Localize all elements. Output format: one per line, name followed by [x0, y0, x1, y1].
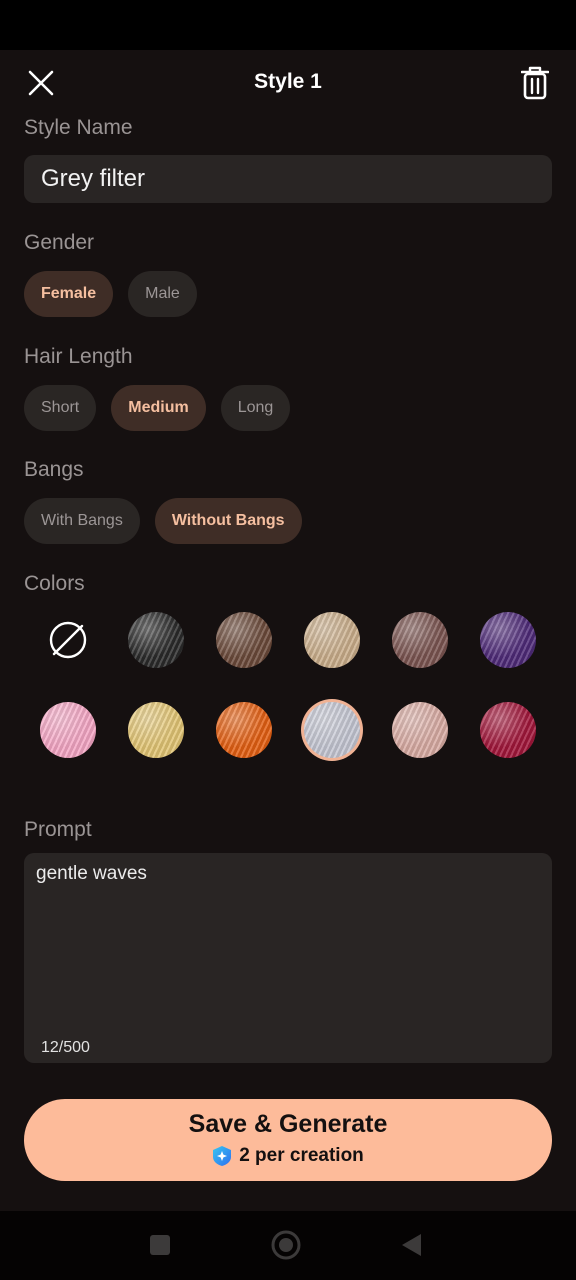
header: Style 1 [0, 50, 576, 116]
color-swatch-purple[interactable] [480, 612, 536, 668]
color-swatch-grey[interactable] [304, 702, 360, 758]
credit-cost: 2 per creation [24, 1145, 552, 1167]
style-name-label: Style Name [24, 116, 133, 139]
color-swatch-pink[interactable] [40, 702, 96, 758]
hair-length-chip-short[interactable]: Short [24, 385, 97, 431]
bangs-options: With Bangs Without Bangs [24, 498, 302, 544]
no-color-icon [49, 621, 87, 659]
prompt-value: gentle waves [36, 863, 147, 884]
bangs-chip-with[interactable]: With Bangs [24, 498, 140, 544]
recent-apps-button[interactable] [143, 1228, 177, 1262]
gender-label: Gender [24, 231, 95, 254]
back-button[interactable] [394, 1228, 428, 1262]
prompt-char-count: 12/500 [41, 1039, 90, 1056]
color-swatch-blonde-beige[interactable] [304, 612, 360, 668]
bangs-label: Bangs [24, 458, 84, 481]
hair-length-chip-medium[interactable]: Medium [111, 385, 206, 431]
gender-options: Female Male [24, 271, 197, 317]
save-generate-button[interactable]: Save & Generate 2 per creation [24, 1099, 552, 1181]
hair-length-chip-long[interactable]: Long [220, 385, 291, 431]
color-swatch-rose-beige[interactable] [392, 702, 448, 758]
gender-chip-female[interactable]: Female [24, 271, 114, 317]
prompt-label: Prompt [24, 818, 92, 841]
color-swatch-none[interactable] [40, 612, 96, 668]
page-title: Style 1 [254, 70, 322, 93]
save-generate-label: Save & Generate [188, 1110, 388, 1138]
home-icon [271, 1230, 301, 1260]
colors-label: Colors [24, 572, 85, 595]
color-swatch-crimson[interactable] [480, 702, 536, 758]
color-swatch-mauve-brown[interactable] [392, 612, 448, 668]
color-swatch-brown[interactable] [216, 612, 272, 668]
color-row [24, 702, 552, 758]
color-swatch-orange[interactable] [216, 702, 272, 758]
credit-icon [213, 1146, 232, 1166]
trash-icon [521, 66, 549, 100]
delete-button[interactable] [518, 64, 552, 102]
hair-length-label: Hair Length [24, 345, 133, 368]
home-button[interactable] [269, 1228, 303, 1262]
back-icon [402, 1234, 421, 1256]
prompt-textarea[interactable]: gentle waves 12/500 [24, 853, 552, 1063]
color-swatch-black[interactable] [128, 612, 184, 668]
credit-cost-text: 2 per creation [239, 1145, 364, 1166]
style-name-input[interactable]: Grey filter [24, 155, 552, 203]
style-editor-screen: Style 1 Style Name Grey filter Gender Fe… [0, 0, 576, 1280]
bangs-chip-without[interactable]: Without Bangs [154, 498, 302, 544]
recent-apps-icon [150, 1235, 170, 1255]
color-swatch-golden-blonde[interactable] [128, 702, 184, 758]
status-bar [0, 0, 576, 50]
hair-length-options: Short Medium Long [24, 385, 291, 431]
color-swatch-grid [24, 612, 552, 792]
color-row [24, 612, 552, 668]
system-nav-bar [0, 1211, 576, 1280]
gender-chip-male[interactable]: Male [128, 271, 197, 317]
